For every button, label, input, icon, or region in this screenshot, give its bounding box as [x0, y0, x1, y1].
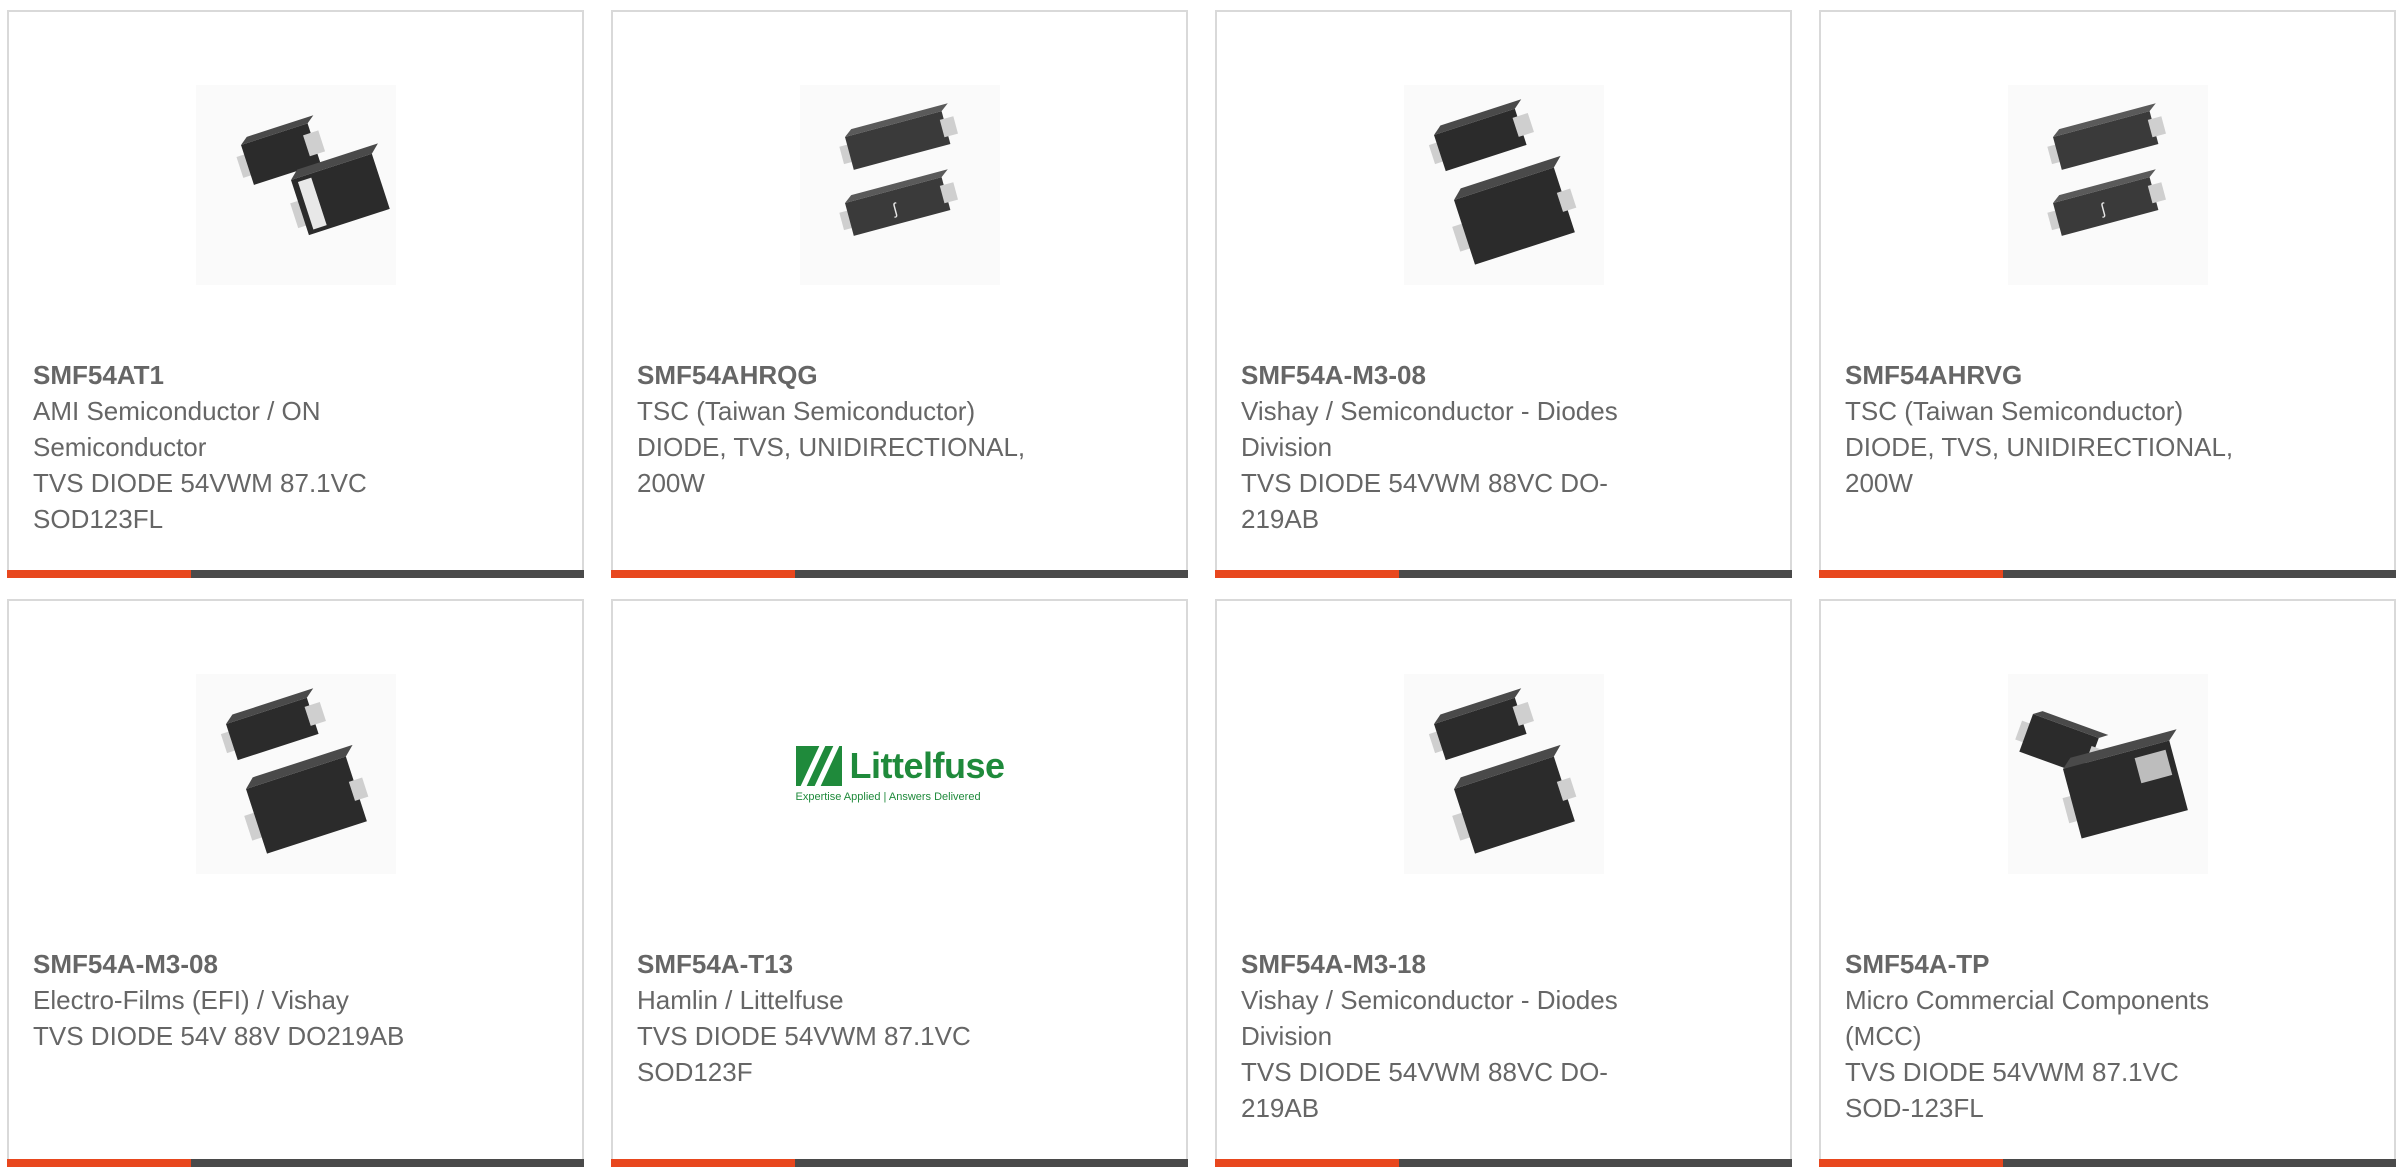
manufacturer: Hamlin / Littelfuse [637, 985, 844, 1015]
product-card[interactable]: SMF54A-TP Micro Commercial Components (M… [1819, 599, 2396, 1167]
logo-tagline: Expertise Applied | Answers Delivered [795, 791, 981, 803]
product-card[interactable]: Littelfuse Expertise Applied | Answers D… [611, 599, 1188, 1167]
manufacturer: Micro Commercial Components (MCC) [1845, 985, 2210, 1051]
product-image-diode[interactable] [2008, 674, 2208, 874]
product-image-diode[interactable] [1404, 674, 1604, 874]
description: TVS DIODE 54VWM 88VC DO-219AB [1241, 468, 1608, 534]
product-info: SMF54AT1 AMI Semiconductor / ON Semicond… [33, 357, 453, 537]
product-card[interactable]: ʃ SMF54AHRQG TSC (Taiwan Semiconductor) … [611, 10, 1188, 578]
product-image-diode[interactable]: ʃ [2008, 85, 2208, 285]
manufacturer: TSC (Taiwan Semiconductor) [1845, 396, 2184, 426]
part-number[interactable]: SMF54AT1 [33, 357, 453, 393]
product-image-diode[interactable]: ʃ [800, 85, 1000, 285]
card-accent-bar [611, 570, 795, 578]
littelfuse-mark-icon [795, 746, 842, 786]
part-number[interactable]: SMF54A-M3-18 [1241, 946, 1661, 982]
product-info: SMF54AHRVG TSC (Taiwan Semiconductor) DI… [1845, 357, 2265, 501]
logo-wordmark: Littelfuse [849, 745, 1006, 786]
product-info: SMF54A-M3-08 Electro-Films (EFI) / Visha… [33, 946, 453, 1054]
product-card[interactable]: ʃ SMF54AHRVG TSC (Taiwan Semiconductor) … [1819, 10, 2396, 578]
manufacturer: Vishay / Semiconductor - Diodes Division [1241, 396, 1618, 462]
description: TVS DIODE 54VWM 87.1VC SOD123FL [33, 468, 367, 534]
part-number[interactable]: SMF54A-M3-08 [1241, 357, 1661, 393]
card-accent-bar [611, 1159, 795, 1167]
description: TVS DIODE 54VWM 87.1VC SOD123F [637, 1021, 971, 1087]
product-image-diode[interactable] [1404, 85, 1604, 285]
product-info: SMF54A-TP Micro Commercial Components (M… [1845, 946, 2265, 1126]
description: TVS DIODE 54VWM 88VC DO-219AB [1241, 1057, 1608, 1123]
description: DIODE, TVS, UNIDIRECTIONAL, 200W [1845, 432, 2234, 498]
product-card[interactable]: SMF54AT1 AMI Semiconductor / ON Semicond… [7, 10, 584, 578]
card-accent-bar [1819, 1159, 2003, 1167]
card-footer-bar [1819, 570, 2396, 578]
product-info: SMF54A-M3-08 Vishay / Semiconductor - Di… [1241, 357, 1661, 537]
part-number[interactable]: SMF54AHRVG [1845, 357, 2265, 393]
description: DIODE, TVS, UNIDIRECTIONAL, 200W [637, 432, 1026, 498]
card-footer-bar [1215, 1159, 1792, 1167]
card-accent-bar [7, 570, 191, 578]
manufacturer: AMI Semiconductor / ON Semiconductor [33, 396, 321, 462]
card-footer-bar [7, 1159, 584, 1167]
card-footer-bar [611, 1159, 1188, 1167]
manufacturer: Vishay / Semiconductor - Diodes Division [1241, 985, 1618, 1051]
card-footer-bar [611, 570, 1188, 578]
manufacturer: Electro-Films (EFI) / Vishay [33, 985, 349, 1015]
product-card[interactable]: SMF54A-M3-08 Vishay / Semiconductor - Di… [1215, 10, 1792, 578]
card-accent-bar [1819, 570, 2003, 578]
card-accent-bar [1215, 570, 1399, 578]
part-number[interactable]: SMF54A-M3-08 [33, 946, 453, 982]
product-image-diode[interactable] [196, 674, 396, 874]
product-grid: SMF54AT1 AMI Semiconductor / ON Semicond… [0, 0, 2400, 1167]
littelfuse-logo: Littelfuse Expertise Applied | Answers D… [795, 745, 1006, 803]
part-number[interactable]: SMF54A-T13 [637, 946, 1057, 982]
product-card[interactable]: SMF54A-M3-08 Electro-Films (EFI) / Visha… [7, 599, 584, 1167]
description: TVS DIODE 54VWM 87.1VC SOD-123FL [1845, 1057, 2179, 1123]
part-number[interactable]: SMF54AHRQG [637, 357, 1057, 393]
card-accent-bar [7, 1159, 191, 1167]
card-footer-bar [1819, 1159, 2396, 1167]
card-accent-bar [1215, 1159, 1399, 1167]
description: TVS DIODE 54V 88V DO219AB [33, 1021, 405, 1051]
product-image-diode[interactable] [196, 85, 396, 285]
card-footer-bar [1215, 570, 1792, 578]
product-info: SMF54AHRQG TSC (Taiwan Semiconductor) DI… [637, 357, 1057, 501]
product-info: SMF54A-M3-18 Vishay / Semiconductor - Di… [1241, 946, 1661, 1126]
product-card[interactable]: SMF54A-M3-18 Vishay / Semiconductor - Di… [1215, 599, 1792, 1167]
product-info: SMF54A-T13 Hamlin / Littelfuse TVS DIODE… [637, 946, 1057, 1090]
part-number[interactable]: SMF54A-TP [1845, 946, 2265, 982]
product-image-littelfuse-logo[interactable]: Littelfuse Expertise Applied | Answers D… [795, 674, 1005, 874]
card-footer-bar [7, 570, 584, 578]
manufacturer: TSC (Taiwan Semiconductor) [637, 396, 976, 426]
